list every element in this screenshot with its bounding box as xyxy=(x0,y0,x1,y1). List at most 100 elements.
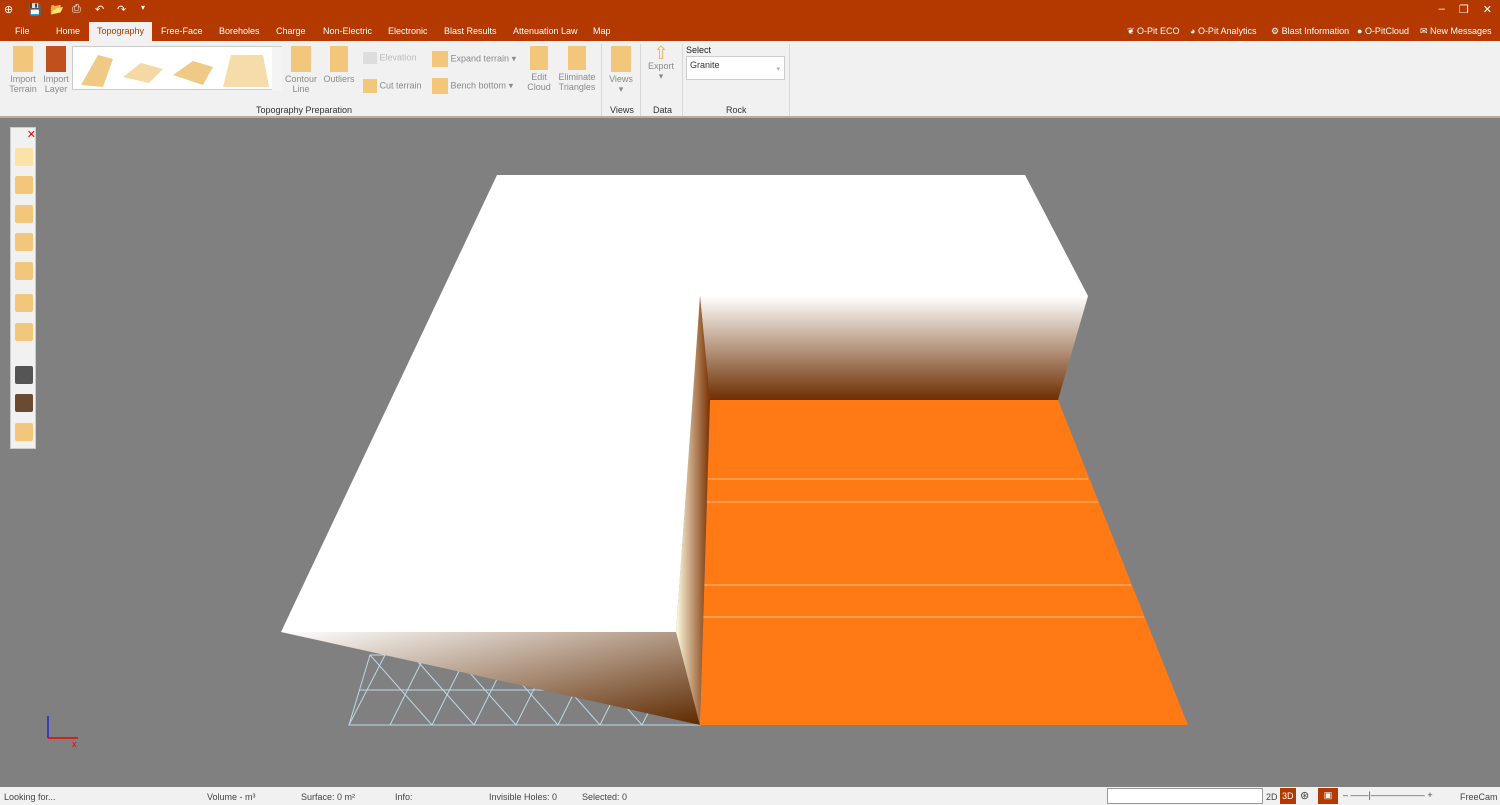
tab-map[interactable]: Map xyxy=(593,26,611,36)
redo-icon[interactable]: ↷ xyxy=(117,3,126,16)
hole-icon[interactable] xyxy=(15,294,33,312)
label: Import Terrain xyxy=(9,74,37,94)
o-pit-analytics-link[interactable]: ◕ O-Pit Analytics xyxy=(1190,26,1256,36)
contour-line-icon xyxy=(291,46,311,72)
left-toolbar: ✕ xyxy=(10,127,36,449)
status-info: Info: xyxy=(395,792,413,802)
close-button[interactable]: ✕ xyxy=(1483,3,1492,16)
edit-cloud-icon xyxy=(530,46,548,70)
label: Edit Cloud xyxy=(527,72,551,92)
label: Views xyxy=(609,74,633,84)
elevation-icon xyxy=(363,52,377,64)
tab-non-electric[interactable]: Non-Electric xyxy=(323,26,372,36)
link-label: O-PitCloud xyxy=(1364,26,1409,36)
mode-2d-button[interactable]: 2D xyxy=(1266,792,1278,802)
divider xyxy=(601,44,602,116)
open-icon[interactable]: 📂 xyxy=(50,3,64,16)
status-selected: Selected: 0 xyxy=(582,792,628,802)
export-button[interactable]: ⇧ Export ▾ xyxy=(645,44,677,81)
bench-front-face xyxy=(281,632,700,725)
light-icon[interactable] xyxy=(15,148,33,166)
tab-file[interactable]: File xyxy=(15,26,30,36)
save-icon[interactable]: 💾 xyxy=(28,3,42,16)
export-icon: ⇧ xyxy=(653,43,669,63)
svg-text:x: x xyxy=(72,739,77,749)
import-layer-icon xyxy=(46,46,66,72)
label: Outliers xyxy=(323,74,355,84)
label: Eliminate Triangles xyxy=(558,72,596,92)
label: Contour Line xyxy=(284,74,318,94)
undo-icon[interactable]: ↶ xyxy=(95,3,104,16)
link-label: Blast Information xyxy=(1281,26,1350,36)
terrain-shapes-icon xyxy=(81,47,282,91)
tab-electronic[interactable]: Electronic xyxy=(388,26,428,36)
ribbon-tabs: File Home Topography Free-Face Boreholes… xyxy=(0,22,1500,41)
divider xyxy=(789,44,790,116)
status-invisible-holes: Invisible Holes: 0 xyxy=(489,792,558,802)
minimize-button[interactable]: – xyxy=(1439,3,1445,16)
elevation-button[interactable]: Elevation xyxy=(363,52,417,64)
ribbon: Import Terrain Import Layer Contour Line… xyxy=(0,41,1500,118)
eliminate-triangles-icon xyxy=(568,46,586,70)
render-icon[interactable]: ⊛ xyxy=(1300,789,1309,802)
layout-icon[interactable] xyxy=(15,323,33,341)
zoom-slider[interactable]: – ——|—————— + xyxy=(1343,790,1433,800)
print-icon[interactable]: ⎙ xyxy=(72,3,81,16)
expand-icon[interactable] xyxy=(15,366,33,384)
o-pit-eco-link[interactable]: ❦ O-Pit ECO xyxy=(1127,26,1180,37)
tab-attenuation-law[interactable]: Attenuation Law xyxy=(513,26,578,36)
blast-information-link[interactable]: ⚙ Blast Information xyxy=(1271,26,1349,37)
eliminate-triangles-button[interactable]: Eliminate Triangles xyxy=(557,46,597,92)
expand-terrain-button[interactable]: Expand terrain ▾ xyxy=(432,51,516,67)
outliers-icon xyxy=(330,46,348,72)
terrain-icon[interactable] xyxy=(15,176,33,194)
divider xyxy=(640,44,641,116)
import-terrain-button[interactable]: Import Terrain xyxy=(6,46,40,94)
status-surface: Surface: 0 m² xyxy=(301,792,356,802)
tab-boreholes[interactable]: Boreholes xyxy=(219,26,260,36)
import-layer-button[interactable]: Import Layer xyxy=(40,46,72,94)
collapse-icon[interactable] xyxy=(15,394,33,412)
tab-topography[interactable]: Topography xyxy=(89,22,153,41)
contour-line-button[interactable]: Contour Line xyxy=(284,46,318,94)
label: Elevation xyxy=(379,52,417,63)
status-bar: Looking for... Volume - m³ Surface: 0 m²… xyxy=(0,787,1500,805)
elevation-tool-icon[interactable] xyxy=(15,233,33,251)
ruler-icon[interactable] xyxy=(15,423,33,441)
tab-blast-results[interactable]: Blast Results xyxy=(444,26,497,36)
tab-free-face[interactable]: Free-Face xyxy=(161,26,203,36)
new-messages-link[interactable]: ✉ New Messages xyxy=(1420,26,1492,37)
group-rock: Rock xyxy=(726,105,747,115)
label: Export xyxy=(647,61,674,71)
status-looking: Looking for... xyxy=(4,792,56,802)
restore-button[interactable]: ❐ xyxy=(1459,3,1469,16)
outliers-button[interactable]: Outliers xyxy=(321,46,357,84)
label: Expand terrain xyxy=(450,53,510,64)
terrain-shape-gallery[interactable] xyxy=(72,46,282,91)
customize-icon[interactable]: ▾ xyxy=(141,3,145,12)
cut-terrain-icon xyxy=(363,79,377,93)
bench-bottom-button[interactable]: Bench bottom ▾ xyxy=(432,78,513,94)
label: Bench bottom xyxy=(450,80,507,91)
divider xyxy=(682,44,683,116)
3d-viewport[interactable]: x xyxy=(0,118,1500,787)
select-label: Select xyxy=(686,45,712,55)
sections-icon[interactable] xyxy=(15,262,33,280)
tab-home[interactable]: Home xyxy=(56,26,80,36)
search-input[interactable] xyxy=(1107,788,1263,804)
views-button[interactable]: Views ▾ xyxy=(606,46,636,94)
rock-select[interactable]: Granite ▾ xyxy=(686,56,785,80)
bench-bottom-icon xyxy=(432,78,448,94)
axis-gizmo: x xyxy=(47,716,78,749)
cube-icon[interactable]: ▣ xyxy=(1318,788,1338,804)
edit-cloud-button[interactable]: Edit Cloud xyxy=(524,46,554,92)
tab-charge[interactable]: Charge xyxy=(276,26,306,36)
camera-mode[interactable]: FreeCam xyxy=(1460,792,1498,802)
fill-icon[interactable] xyxy=(15,205,33,223)
cut-terrain-button[interactable]: Cut terrain xyxy=(363,79,422,93)
close-icon[interactable]: ✕ xyxy=(27,128,36,141)
o-pitcloud-link[interactable]: ● O-PitCloud xyxy=(1357,26,1409,36)
group-views: Views xyxy=(610,105,634,115)
mode-3d-button[interactable]: 3D xyxy=(1280,788,1296,804)
views-icon xyxy=(611,46,631,72)
